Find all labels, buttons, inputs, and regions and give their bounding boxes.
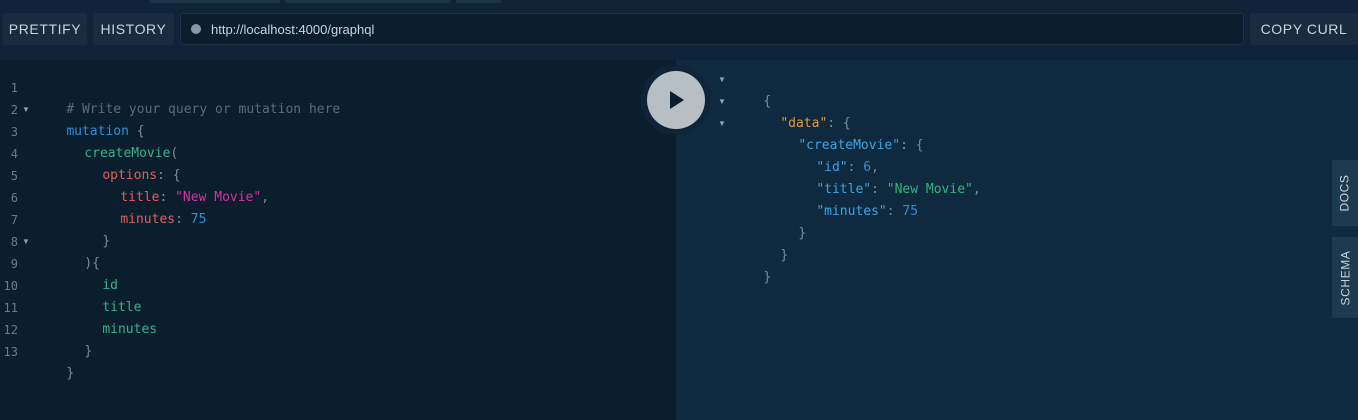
execute-query-button[interactable] (647, 71, 705, 129)
toolbar: PRETTIFY HISTORY http://localhost:4000/g… (0, 4, 1358, 56)
docs-tab-label: DOCS (1338, 174, 1353, 212)
code-punctuation: : (175, 212, 191, 227)
result-line: "minutes": 75 (785, 179, 918, 219)
result-key: "minutes" (816, 204, 887, 219)
status-dot-icon (191, 24, 201, 34)
endpoint-url-field[interactable]: http://localhost:4000/graphql (180, 13, 1244, 45)
line-number: 2 (10, 103, 18, 117)
result-line: "createMovie": { (767, 113, 923, 153)
result-viewer: ▼ ▼ ▼ { "data": { "createMovie": { "id":… (676, 60, 1358, 420)
tab-indicator[interactable] (456, 0, 501, 3)
tab-indicator[interactable] (285, 0, 450, 3)
result-line: "title": "New Movie", (785, 157, 980, 197)
schema-tab-label: SCHEMA (1338, 250, 1353, 305)
line-number: 9 (10, 257, 18, 271)
code-argument: minutes (120, 212, 176, 227)
code-punctuation: } (798, 226, 807, 241)
query-editor[interactable]: 1 2 3 4 5 6 7 8 9 10 11 12 13 ▼ ▼ # Writ… (0, 60, 676, 420)
code-line: options: { (71, 143, 180, 183)
line-number: 1 (10, 81, 18, 95)
code-line: } (35, 341, 74, 381)
result-line: "data": { (749, 91, 850, 131)
code-line: createMovie( (53, 121, 178, 161)
line-number: 7 (10, 213, 18, 227)
result-number: 75 (902, 204, 919, 219)
code-punctuation: } (763, 270, 772, 285)
code-line: title (71, 275, 141, 315)
code-punctuation: } (66, 366, 75, 381)
endpoint-url-text: http://localhost:4000/graphql (211, 21, 375, 37)
fold-arrow-icon[interactable]: ▼ (718, 91, 726, 113)
code-line: mutation { (35, 99, 144, 139)
line-number: 8 (10, 235, 18, 249)
code-line: # Write your query or mutation here (35, 77, 340, 117)
code-field: minutes (102, 322, 158, 337)
prettify-button[interactable]: PRETTIFY (3, 13, 87, 45)
result-line: } (749, 223, 788, 263)
code-line: minutes: 75 (89, 187, 206, 227)
schema-tab[interactable]: SCHEMA (1332, 237, 1358, 318)
tab-indicator[interactable] (150, 0, 280, 3)
code-punctuation: } (102, 234, 111, 249)
code-line: ){ (53, 231, 100, 271)
fold-arrow-icon[interactable]: ▼ (22, 231, 30, 253)
code-line: id (71, 253, 118, 293)
line-number: 11 (3, 301, 18, 315)
line-number: 12 (3, 323, 18, 337)
line-number: 5 (10, 169, 18, 183)
fold-arrow-icon[interactable]: ▼ (718, 69, 726, 91)
code-punctuation: : { (900, 138, 924, 153)
code-punctuation: } (84, 344, 93, 359)
code-punctuation: , (261, 190, 270, 205)
line-number: 10 (3, 279, 18, 293)
fold-arrow-icon[interactable]: ▼ (718, 113, 726, 135)
code-punctuation: , (972, 182, 981, 197)
code-line: minutes (71, 297, 157, 337)
line-number: 6 (10, 191, 18, 205)
result-line: } (767, 201, 806, 241)
line-number: 3 (10, 125, 18, 139)
fold-arrow-icon[interactable]: ▼ (22, 99, 30, 121)
play-icon (670, 91, 684, 109)
result-line: "id": 6, (785, 135, 879, 175)
code-line: } (53, 319, 92, 359)
code-line: title: "New Movie", (89, 165, 269, 205)
execute-query-button-ring (641, 65, 711, 135)
history-button[interactable]: HISTORY (93, 13, 174, 45)
line-number: 13 (3, 345, 18, 359)
result-line: } (732, 245, 771, 285)
docs-tab[interactable]: DOCS (1332, 160, 1358, 226)
code-punctuation: : (886, 204, 903, 219)
copy-curl-button[interactable]: COPY CURL (1250, 13, 1358, 45)
code-number: 75 (190, 212, 207, 227)
code-punctuation: } (780, 248, 789, 263)
line-number: 4 (10, 147, 18, 161)
result-line: { (732, 69, 771, 109)
code-line: } (71, 209, 110, 249)
